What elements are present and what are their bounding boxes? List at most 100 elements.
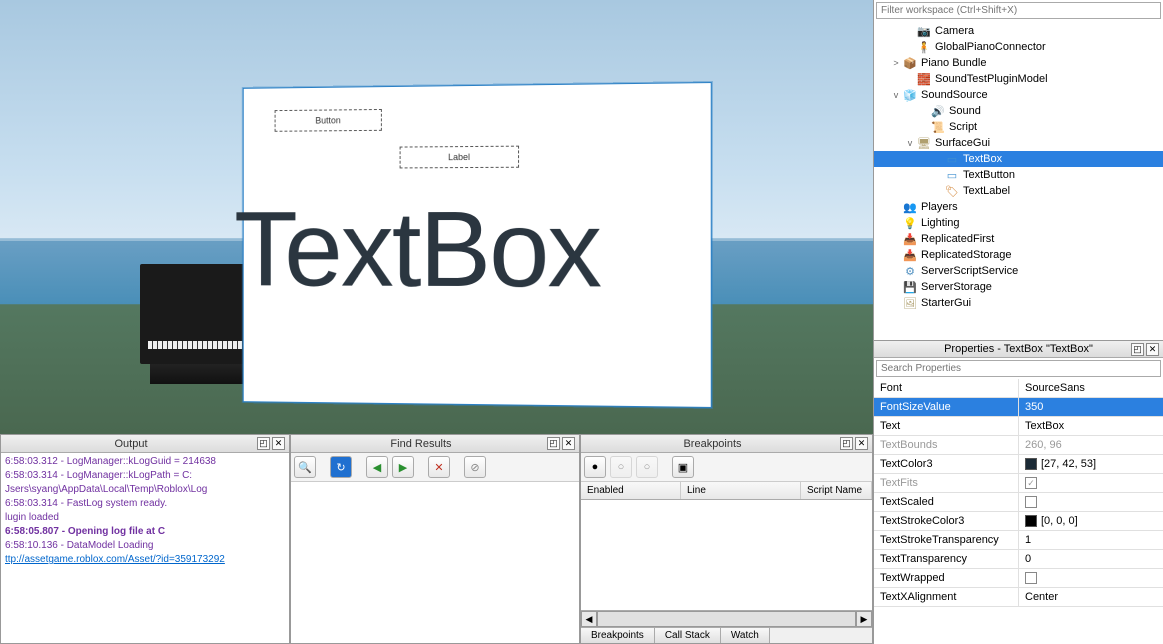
property-row[interactable]: TextFits bbox=[874, 474, 1163, 493]
bp-goto-icon[interactable]: ▣ bbox=[672, 456, 694, 478]
col-enabled[interactable]: Enabled bbox=[581, 482, 681, 499]
properties-search-input[interactable] bbox=[876, 360, 1161, 377]
property-value[interactable]: [0, 0, 0] bbox=[1019, 512, 1163, 530]
checkbox[interactable] bbox=[1025, 572, 1037, 584]
property-value[interactable]: TextBox bbox=[1019, 417, 1163, 435]
dock-icon[interactable]: ◰ bbox=[1131, 343, 1144, 356]
bp-body[interactable] bbox=[581, 500, 872, 600]
property-value[interactable]: 260, 96 bbox=[1019, 436, 1163, 454]
bp-disable-icon[interactable]: ○ bbox=[610, 456, 632, 478]
tree-item[interactable]: 📥ReplicatedFirst bbox=[874, 231, 1163, 247]
dock-icon[interactable]: ◰ bbox=[257, 437, 270, 450]
delete-icon[interactable]: ✕ bbox=[428, 456, 450, 478]
explorer-search-input[interactable] bbox=[876, 2, 1161, 19]
find-body[interactable] bbox=[291, 482, 579, 643]
tree-item[interactable]: ▭TextBox bbox=[874, 151, 1163, 167]
bp-del-icon[interactable]: ○ bbox=[636, 456, 658, 478]
property-row[interactable]: TextWrapped bbox=[874, 569, 1163, 588]
output-panel-header[interactable]: Output ◰ ✕ bbox=[1, 435, 289, 453]
tree-item-label: StarterGui bbox=[921, 297, 971, 309]
properties-table[interactable]: FontSourceSansFontSizeValue350TextTextBo… bbox=[874, 379, 1163, 644]
tree-item[interactable]: 🏷TextLabel bbox=[874, 183, 1163, 199]
sync-icon[interactable]: ↻ bbox=[330, 456, 352, 478]
tree-item[interactable]: 🖼StarterGui bbox=[874, 295, 1163, 311]
tree-item[interactable]: >📦Piano Bundle bbox=[874, 55, 1163, 71]
properties-title[interactable]: Properties - TextBox "TextBox" ◰ ✕ bbox=[874, 341, 1163, 358]
col-line[interactable]: Line bbox=[681, 482, 801, 499]
property-row[interactable]: TextTextBox bbox=[874, 417, 1163, 436]
tree-item[interactable]: v🧊SoundSource bbox=[874, 87, 1163, 103]
tab-callstack[interactable]: Call Stack bbox=[655, 628, 721, 643]
left-side: Button Label TextBox Output ◰ ✕ 6:58:03.… bbox=[0, 0, 873, 644]
tree-item[interactable]: 🧍GlobalPianoConnector bbox=[874, 39, 1163, 55]
tree-item[interactable]: 📷Camera bbox=[874, 23, 1163, 39]
property-row[interactable]: TextColor3[27, 42, 53] bbox=[874, 455, 1163, 474]
property-row[interactable]: FontSourceSans bbox=[874, 379, 1163, 398]
property-value[interactable] bbox=[1019, 493, 1163, 511]
tree-item-label: ReplicatedFirst bbox=[921, 233, 994, 245]
stop-icon[interactable]: ⊘ bbox=[464, 456, 486, 478]
tree-item[interactable]: ⚙ServerScriptService bbox=[874, 263, 1163, 279]
chevron-icon[interactable]: v bbox=[904, 138, 916, 148]
gui-textbox[interactable]: TextBox bbox=[234, 185, 794, 313]
property-row[interactable]: TextScaled bbox=[874, 493, 1163, 512]
dock-icon[interactable]: ◰ bbox=[840, 437, 853, 450]
surface-gui-billboard[interactable]: Button Label TextBox bbox=[243, 82, 712, 408]
properties-title-text: Properties - TextBox "TextBox" bbox=[944, 343, 1093, 355]
chevron-icon[interactable]: > bbox=[890, 58, 902, 68]
checkbox[interactable] bbox=[1025, 496, 1037, 508]
property-row[interactable]: TextTransparency0 bbox=[874, 550, 1163, 569]
prev-icon[interactable]: ◀ bbox=[366, 456, 388, 478]
output-body[interactable]: 6:58:03.312 - LogManager::kLogGuid = 214… bbox=[1, 453, 289, 643]
tab-watch[interactable]: Watch bbox=[721, 628, 770, 643]
scroll-left-icon[interactable]: ◀ bbox=[581, 611, 597, 627]
property-value[interactable] bbox=[1019, 474, 1163, 492]
property-row[interactable]: TextStrokeColor3[0, 0, 0] bbox=[874, 512, 1163, 531]
property-row[interactable]: TextBounds260, 96 bbox=[874, 436, 1163, 455]
search-icon[interactable]: 🔍 bbox=[294, 456, 316, 478]
property-value[interactable]: Center bbox=[1019, 588, 1163, 606]
viewport-3d[interactable]: Button Label TextBox bbox=[0, 0, 873, 434]
property-value[interactable]: 0 bbox=[1019, 550, 1163, 568]
close-icon[interactable]: ✕ bbox=[562, 437, 575, 450]
tree-item[interactable]: 📥ReplicatedStorage bbox=[874, 247, 1163, 263]
close-icon[interactable]: ✕ bbox=[1146, 343, 1159, 356]
tree-item-label: ServerStorage bbox=[921, 281, 992, 293]
property-value[interactable]: 350 bbox=[1019, 398, 1163, 416]
tree-item[interactable]: 💾ServerStorage bbox=[874, 279, 1163, 295]
bottom-panels: Output ◰ ✕ 6:58:03.312 - LogManager::kLo… bbox=[0, 434, 873, 644]
bp-new-icon[interactable]: ● bbox=[584, 456, 606, 478]
next-icon[interactable]: ▶ bbox=[392, 456, 414, 478]
tab-breakpoints[interactable]: Breakpoints bbox=[581, 628, 655, 643]
gui-button[interactable]: Button bbox=[275, 109, 382, 132]
tree-item[interactable]: 📜Script bbox=[874, 119, 1163, 135]
bp-scrollbar[interactable]: ◀ ▶ bbox=[581, 610, 872, 627]
tree-item-icon: 🖥 bbox=[916, 136, 932, 150]
tree-item[interactable]: 👥Players bbox=[874, 199, 1163, 215]
chevron-icon[interactable]: v bbox=[890, 90, 902, 100]
property-row[interactable]: FontSizeValue350 bbox=[874, 398, 1163, 417]
tree-item[interactable]: 💡Lighting bbox=[874, 215, 1163, 231]
close-icon[interactable]: ✕ bbox=[855, 437, 868, 450]
scroll-right-icon[interactable]: ▶ bbox=[856, 611, 872, 627]
dock-icon[interactable]: ◰ bbox=[547, 437, 560, 450]
gui-label[interactable]: Label bbox=[400, 146, 519, 169]
panel-title: Find Results bbox=[295, 438, 547, 450]
close-icon[interactable]: ✕ bbox=[272, 437, 285, 450]
tree-item[interactable]: 🔊Sound bbox=[874, 103, 1163, 119]
breakpoints-header[interactable]: Breakpoints ◰ ✕ bbox=[581, 435, 872, 453]
property-value[interactable]: [27, 42, 53] bbox=[1019, 455, 1163, 473]
right-side: 📷Camera🧍GlobalPianoConnector>📦Piano Bund… bbox=[873, 0, 1163, 644]
col-script[interactable]: Script Name bbox=[801, 482, 872, 499]
explorer-tree[interactable]: 📷Camera🧍GlobalPianoConnector>📦Piano Bund… bbox=[874, 21, 1163, 340]
checkbox[interactable] bbox=[1025, 477, 1037, 489]
property-value[interactable] bbox=[1019, 569, 1163, 587]
tree-item[interactable]: 🧱SoundTestPluginModel bbox=[874, 71, 1163, 87]
tree-item[interactable]: ▭TextButton bbox=[874, 167, 1163, 183]
property-value[interactable]: SourceSans bbox=[1019, 379, 1163, 397]
find-panel-header[interactable]: Find Results ◰ ✕ bbox=[291, 435, 579, 453]
tree-item[interactable]: v🖥SurfaceGui bbox=[874, 135, 1163, 151]
property-row[interactable]: TextStrokeTransparency1 bbox=[874, 531, 1163, 550]
property-row[interactable]: TextXAlignmentCenter bbox=[874, 588, 1163, 607]
property-value[interactable]: 1 bbox=[1019, 531, 1163, 549]
